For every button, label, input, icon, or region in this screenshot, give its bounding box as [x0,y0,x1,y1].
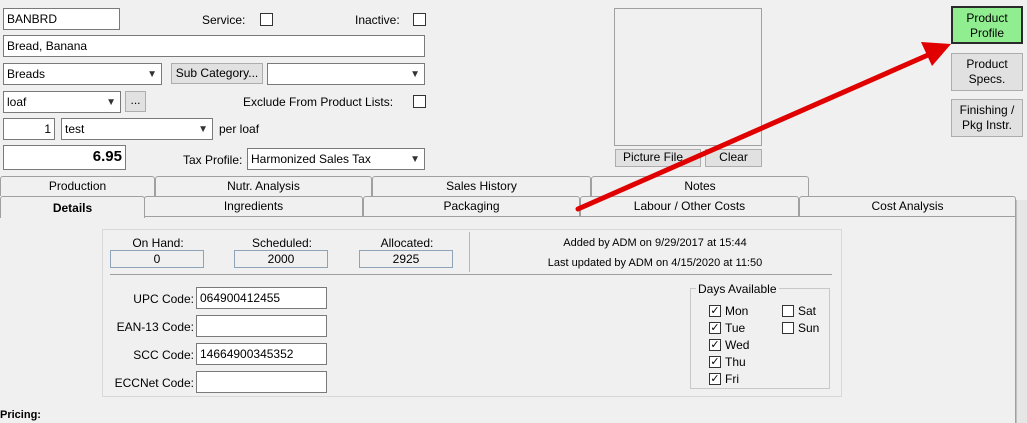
annotation-arrow [575,42,951,212]
arrow-shaft [575,52,931,212]
tab-details[interactable]: Details [0,196,145,218]
